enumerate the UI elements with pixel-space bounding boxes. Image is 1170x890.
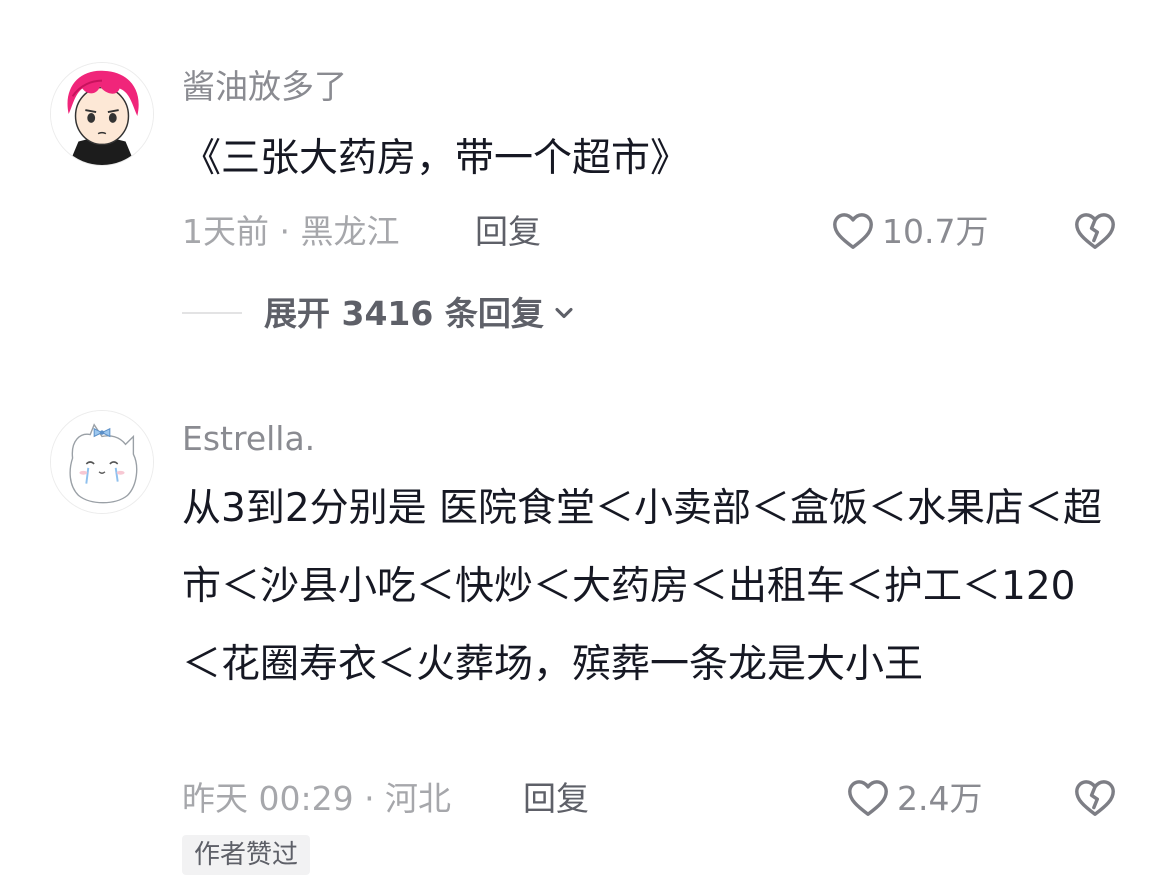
expand-replies-label: 展开 3416 条回复 <box>264 293 544 333</box>
reply-button[interactable]: 回复 <box>523 782 589 815</box>
comment-text: 从3到2分别是 医院食堂＜小卖部＜盒饭＜水果店＜超市＜沙县小吃＜快炒＜大药房＜出… <box>182 486 1103 687</box>
avatar-cat-sketch-image <box>51 411 153 513</box>
comment-meta: 1天前 · 黑龙江 <box>182 212 400 251</box>
divider-line <box>182 312 242 314</box>
like-count: 2.4万 <box>897 778 983 818</box>
like-button[interactable]: 10.7万 <box>830 208 988 254</box>
avatar-anime-boy-image <box>51 63 153 165</box>
author-liked-badge: 作者赞过 <box>182 835 311 875</box>
dislike-button[interactable] <box>1072 208 1118 254</box>
reply-button[interactable]: 回复 <box>475 215 541 248</box>
heart-outline-icon <box>848 780 888 817</box>
avatar[interactable] <box>50 410 154 514</box>
expand-replies-button[interactable]: 展开 3416 条回复 <box>182 293 578 333</box>
comment-username[interactable]: Estrella. <box>182 422 315 455</box>
comment-username[interactable]: 酱油放多了 <box>182 70 347 103</box>
comment-text: 《三张大药房，带一个超市》 <box>182 136 690 181</box>
avatar[interactable] <box>50 62 154 166</box>
dislike-button[interactable] <box>1072 775 1118 821</box>
chevron-down-icon <box>555 307 573 319</box>
heart-outline-icon <box>833 213 873 250</box>
like-button[interactable]: 2.4万 <box>845 775 982 821</box>
broken-heart-icon <box>1075 213 1115 250</box>
comment-meta: 昨天 00:29 · 河北 <box>182 779 452 818</box>
broken-heart-icon <box>1075 780 1115 817</box>
like-count: 10.7万 <box>882 211 989 251</box>
